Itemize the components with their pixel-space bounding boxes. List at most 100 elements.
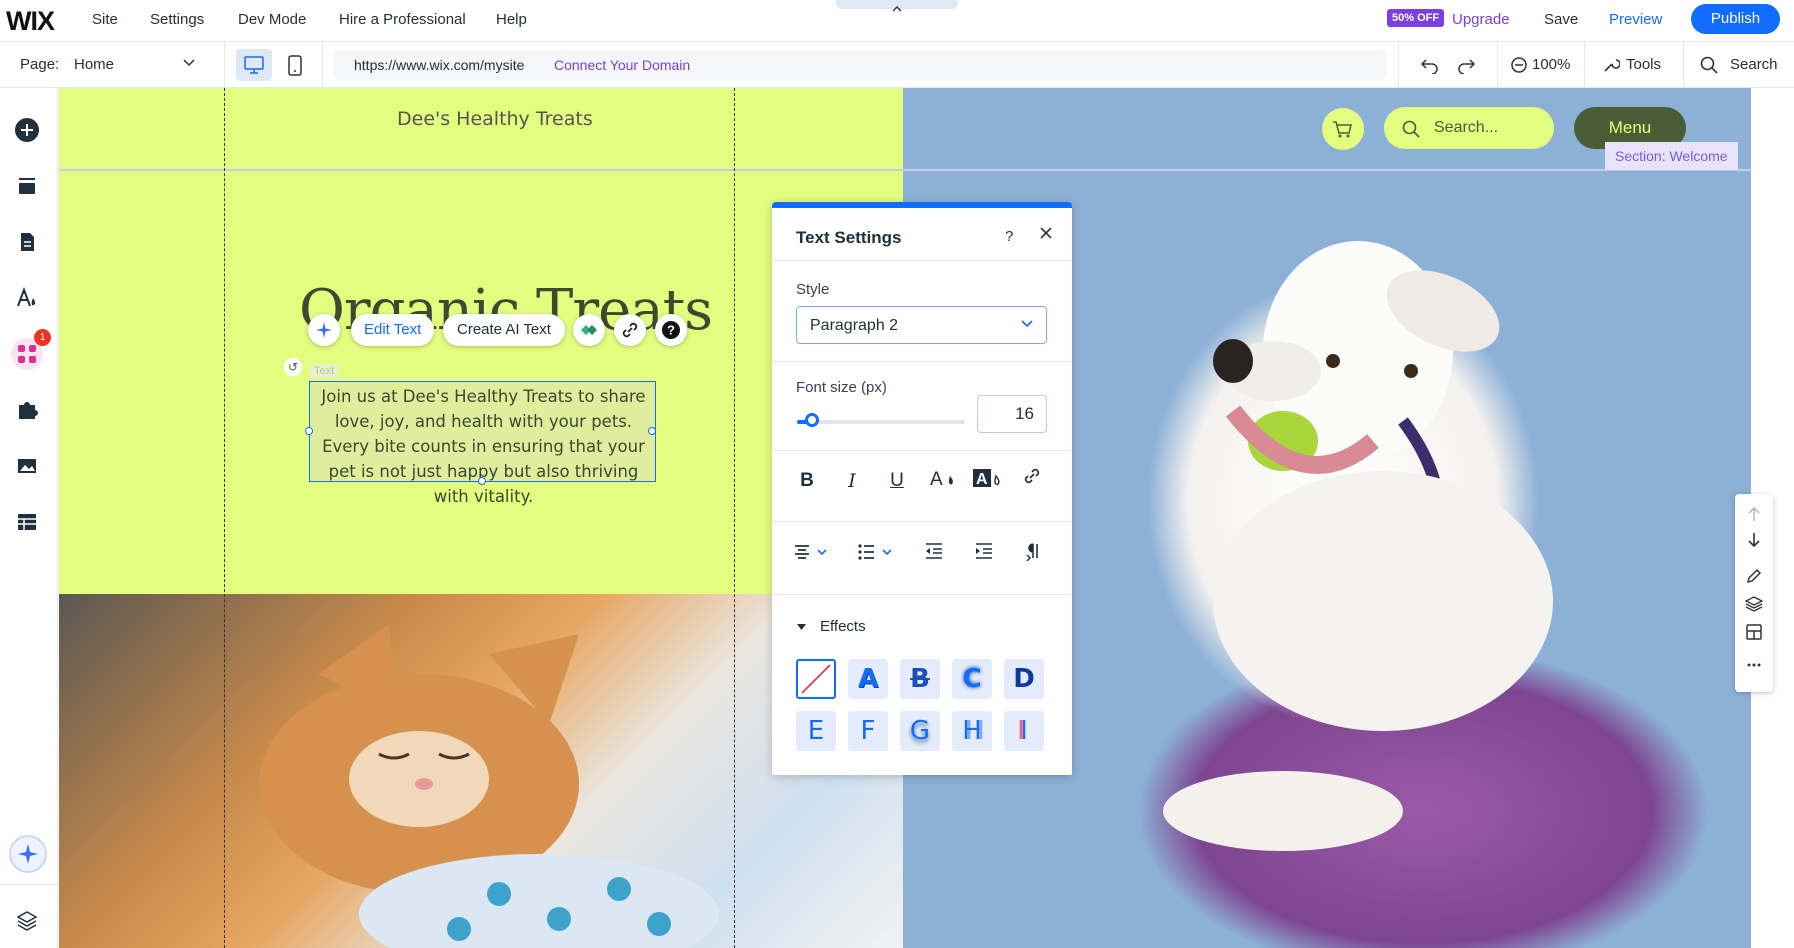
- site-search-bar[interactable]: Search...: [1384, 107, 1554, 149]
- layers-icon[interactable]: [1745, 596, 1763, 612]
- highlight-color-icon[interactable]: A: [972, 466, 1002, 496]
- divider: [1497, 42, 1498, 88]
- help-button[interactable]: ?: [655, 314, 687, 346]
- redo-button[interactable]: [1456, 56, 1476, 79]
- ai-assistant-button[interactable]: [9, 835, 47, 873]
- text-direction-icon[interactable]: [1024, 541, 1044, 565]
- slider-handle[interactable]: [805, 413, 819, 427]
- tools-button[interactable]: Tools: [1626, 56, 1661, 73]
- undo-button[interactable]: [1420, 56, 1440, 79]
- menu-dev-mode[interactable]: Dev Mode: [238, 11, 306, 28]
- menu-settings[interactable]: Settings: [150, 11, 204, 28]
- decrease-indent-icon[interactable]: [924, 541, 944, 565]
- effect-g[interactable]: G: [900, 711, 940, 751]
- paragraph-text[interactable]: Join us at Dee's Healthy Treats to share…: [314, 384, 653, 509]
- zoom-level[interactable]: 100%: [1532, 56, 1570, 73]
- zoom-out-icon[interactable]: [1510, 56, 1528, 74]
- ai-text-button[interactable]: [308, 314, 340, 346]
- cms-button[interactable]: [11, 506, 43, 538]
- divider: [0, 884, 58, 885]
- close-icon[interactable]: [1038, 225, 1054, 247]
- rotate-icon[interactable]: ↺: [284, 358, 302, 376]
- media-button[interactable]: [11, 450, 43, 482]
- menu-help[interactable]: Help: [496, 11, 527, 28]
- bold-icon[interactable]: B: [792, 466, 822, 496]
- effect-f[interactable]: F: [848, 711, 888, 751]
- search-button[interactable]: Search: [1730, 56, 1778, 73]
- create-ai-text-button[interactable]: Create AI Text: [443, 314, 565, 346]
- site-name[interactable]: Dee's Healthy Treats: [397, 108, 593, 130]
- search-icon[interactable]: [1700, 56, 1718, 74]
- align-center-icon[interactable]: [792, 541, 834, 565]
- text-color-icon[interactable]: A: [927, 466, 957, 496]
- animation-button[interactable]: [573, 314, 605, 346]
- divider: [1398, 42, 1399, 88]
- business-apps-button[interactable]: [11, 394, 43, 426]
- edit-text-button[interactable]: Edit Text: [351, 314, 434, 346]
- collapse-arrow-icon[interactable]: [796, 621, 807, 635]
- italic-icon[interactable]: I: [837, 466, 867, 496]
- site-design-button[interactable]: [11, 282, 43, 314]
- more-icon[interactable]: [1746, 662, 1762, 668]
- layers-icon: [16, 909, 38, 931]
- search-icon: [1402, 120, 1420, 138]
- discount-badge[interactable]: 50% OFF: [1387, 9, 1444, 27]
- font-size-input[interactable]: 16: [977, 395, 1047, 433]
- link-button[interactable]: [614, 314, 646, 346]
- pages-button[interactable]: [11, 226, 43, 258]
- divider: [1584, 42, 1585, 88]
- collapse-tab[interactable]: [836, 0, 958, 9]
- preview-button[interactable]: Preview: [1609, 11, 1662, 28]
- mobile-view-button[interactable]: [285, 55, 305, 82]
- effect-e[interactable]: E: [796, 711, 836, 751]
- chevron-down-icon[interactable]: [183, 56, 195, 71]
- connect-domain-link[interactable]: Connect Your Domain: [554, 57, 690, 73]
- sparkle-icon: [17, 843, 39, 865]
- panel-help-icon[interactable]: ?: [1005, 228, 1013, 245]
- edit-pencil-icon[interactable]: [1746, 568, 1762, 584]
- add-elements-button[interactable]: [11, 114, 43, 146]
- style-dropdown[interactable]: Paragraph 2: [796, 306, 1047, 344]
- resize-handle-bottom[interactable]: [478, 477, 486, 485]
- move-down-icon[interactable]: [1746, 532, 1762, 548]
- site-canvas[interactable]: Dee's Healthy Treats Search... Menu Sect…: [59, 88, 1751, 948]
- undo-icon: [1420, 56, 1440, 74]
- resize-handle-left[interactable]: [305, 427, 313, 435]
- selected-text-box[interactable]: Join us at Dee's Healthy Treats to share…: [309, 381, 656, 482]
- effect-a[interactable]: A: [848, 659, 888, 699]
- desktop-icon: [236, 49, 272, 81]
- save-button[interactable]: Save: [1544, 11, 1578, 28]
- link-icon[interactable]: [1017, 466, 1047, 496]
- increase-indent-icon[interactable]: [974, 541, 994, 565]
- effect-d[interactable]: D: [1004, 659, 1044, 699]
- divider: [772, 361, 1072, 362]
- grid-guide-left: [224, 88, 225, 948]
- upgrade-link[interactable]: Upgrade: [1452, 11, 1510, 28]
- effect-h[interactable]: H: [952, 711, 992, 751]
- font-size-slider[interactable]: [797, 420, 965, 424]
- underline-icon[interactable]: U: [882, 466, 912, 496]
- add-section-button[interactable]: [11, 170, 43, 202]
- effect-none[interactable]: [796, 659, 836, 699]
- menu-site[interactable]: Site: [92, 11, 118, 28]
- cart-button[interactable]: [1322, 108, 1364, 150]
- layers-button[interactable]: [11, 904, 43, 936]
- bullet-list-icon[interactable]: [856, 541, 898, 565]
- tools-icon[interactable]: [1602, 56, 1620, 74]
- effect-i[interactable]: I: [1004, 711, 1044, 751]
- page-selector[interactable]: Home: [74, 56, 114, 73]
- publish-button[interactable]: Publish: [1691, 4, 1780, 34]
- layout-icon[interactable]: [1746, 624, 1762, 640]
- effects-label[interactable]: Effects: [820, 618, 866, 635]
- desktop-view-button[interactable]: [236, 49, 272, 81]
- resize-handle-right[interactable]: [648, 427, 656, 435]
- pages-icon: [16, 231, 38, 253]
- move-up-icon[interactable]: [1746, 506, 1762, 522]
- effect-c[interactable]: C: [952, 659, 992, 699]
- section-tag[interactable]: Section: Welcome: [1605, 142, 1738, 170]
- style-label: Style: [796, 281, 829, 298]
- wix-logo[interactable]: WIX: [6, 6, 54, 37]
- menu-hire-professional[interactable]: Hire a Professional: [339, 11, 466, 28]
- svg-text:A: A: [930, 469, 943, 490]
- effect-b[interactable]: B: [900, 659, 940, 699]
